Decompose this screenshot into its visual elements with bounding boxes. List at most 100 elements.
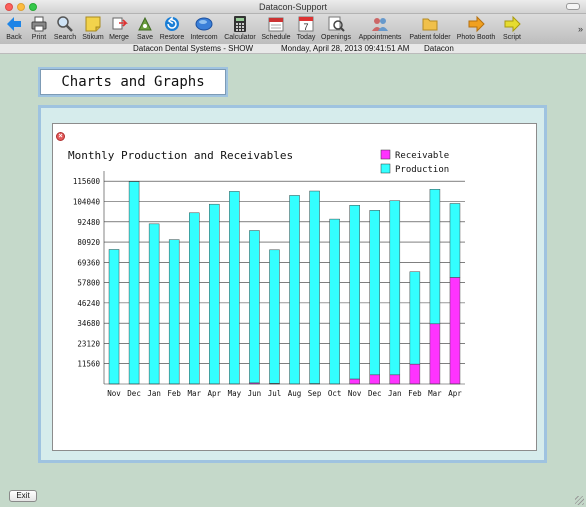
- toolbar-restore-button[interactable]: Restore: [158, 15, 186, 42]
- chart-title: Monthly Production and Receivables: [68, 149, 293, 162]
- y-tick-label: 92480: [77, 218, 100, 227]
- toolbar-photo-booth-button[interactable]: Photo Booth: [455, 15, 497, 42]
- bar-receivable: [409, 363, 421, 385]
- x-tick-label: Nov: [107, 389, 121, 398]
- bar-receivable: [429, 323, 441, 385]
- y-tick-label: 46240: [77, 299, 100, 308]
- toolbar-print-button[interactable]: Print: [27, 15, 51, 42]
- photo-booth-icon: [468, 15, 485, 33]
- x-tick-label: Jun: [248, 389, 262, 398]
- toolbar-merge-button[interactable]: Merge: [107, 15, 131, 42]
- toolbar-openings-button[interactable]: Openings: [320, 15, 352, 42]
- legend-production-swatch: [380, 163, 391, 174]
- x-tick-label: Mar: [187, 389, 201, 398]
- merge-icon: [112, 17, 128, 30]
- toolbar-toggle-button[interactable]: [566, 3, 580, 10]
- x-tick-label: May: [228, 389, 242, 398]
- bar-production: [309, 190, 320, 384]
- x-tick-label: Jan: [388, 389, 402, 398]
- y-tick-label: 69360: [77, 258, 100, 267]
- y-tick-label: 57800: [77, 279, 100, 288]
- toolbar-search-button[interactable]: Search: [53, 15, 77, 42]
- toolbar-save-button[interactable]: Save: [133, 15, 157, 42]
- toolbar: Back Print Search Stikum Merge Save Rest…: [0, 14, 586, 44]
- bar-production: [289, 195, 300, 385]
- legend-production-label: Production: [395, 165, 449, 175]
- bar-production: [429, 189, 441, 325]
- sticky-note-icon: [85, 16, 101, 32]
- bar-production: [389, 200, 401, 376]
- status-user: Datacon: [424, 44, 454, 53]
- status-bar: Datacon Dental Systems - SHOW Monday, Ap…: [0, 44, 586, 54]
- bar-receivable: [389, 374, 401, 385]
- toolbar-script-button[interactable]: Script: [499, 15, 525, 42]
- chart-card: Monthly Production and Receivables Recei…: [52, 123, 537, 451]
- chart-panel: Monthly Production and Receivables Recei…: [38, 105, 547, 463]
- x-tick-label: Aug: [288, 389, 302, 398]
- back-arrow-icon: [7, 17, 21, 31]
- window-zoom-button[interactable]: [29, 3, 37, 11]
- chart-x-axis: Nov Dec Jan Feb Mar Apr May Jun Jul Aug Sep Oct Nov D…: [107, 389, 462, 398]
- x-tick-label: Apr: [208, 389, 222, 398]
- x-tick-label: Dec: [368, 389, 382, 398]
- toolbar-calculator-button[interactable]: Calculator: [222, 15, 258, 42]
- x-tick-label: Sep: [308, 389, 322, 398]
- x-tick-label: Nov: [348, 389, 362, 398]
- y-tick-label: 80920: [77, 238, 100, 247]
- toolbar-schedule-button[interactable]: Schedule: [260, 15, 292, 42]
- status-system-name: Datacon Dental Systems - SHOW: [133, 44, 254, 53]
- bar-receivable: [369, 374, 380, 385]
- bar-production: [229, 191, 240, 385]
- y-tick-label: 104040: [73, 197, 101, 206]
- bar-production: [329, 218, 340, 385]
- window-resize-grip[interactable]: [575, 496, 584, 505]
- toolbar-back-button[interactable]: Back: [2, 15, 26, 42]
- status-datetime: Monday, April 28, 2013 09:41:51 AM: [281, 44, 410, 53]
- calendar-day-number: 7: [303, 22, 308, 32]
- bar-production: [249, 230, 260, 384]
- calendar-today-icon: 7: [298, 16, 314, 32]
- window-close-button[interactable]: [5, 3, 13, 11]
- bar-production: [409, 271, 421, 365]
- printer-icon: [31, 16, 47, 32]
- openings-icon: [328, 16, 345, 32]
- page-title: Charts and Graphs: [40, 69, 226, 95]
- bar-production: [269, 249, 280, 384]
- window-title: Datacon-Support: [258, 2, 328, 12]
- bar-production: [148, 223, 160, 385]
- window-minimize-button[interactable]: [17, 3, 25, 11]
- x-tick-label: Feb: [408, 389, 422, 398]
- y-tick-label: 34680: [77, 319, 100, 328]
- intercom-icon: [195, 17, 213, 31]
- chart-close-icon[interactable]: ×: [56, 132, 65, 141]
- bar-receivable: [349, 378, 360, 385]
- x-tick-label: Dec: [127, 389, 141, 398]
- toolbar-today-button[interactable]: 7 Today: [294, 15, 318, 42]
- page-header-box: Charts and Graphs: [38, 67, 228, 97]
- save-icon: [138, 16, 152, 31]
- bar-production: [209, 203, 220, 385]
- window-title-bar: Datacon-Support: [0, 0, 586, 14]
- schedule-icon: [268, 17, 284, 32]
- x-tick-label: Jul: [268, 389, 282, 398]
- y-tick-label: 23120: [77, 339, 100, 348]
- bar-production: [189, 212, 200, 385]
- toolbar-intercom-button[interactable]: Intercom: [188, 15, 220, 42]
- script-icon: [504, 15, 521, 33]
- y-tick-label: 115600: [73, 177, 101, 186]
- legend-receivable-label: Receivable: [395, 151, 449, 161]
- bar-production: [349, 204, 360, 380]
- toolbar-stikum-button[interactable]: Stikum: [80, 15, 106, 42]
- toolbar-overflow-button[interactable]: »: [578, 24, 583, 34]
- legend-receivable-swatch: [380, 149, 391, 160]
- calculator-icon: [234, 16, 246, 32]
- appointments-icon: [372, 18, 388, 31]
- bar-production: [128, 181, 140, 385]
- restore-icon: [165, 16, 179, 31]
- x-tick-label: Mar: [428, 389, 442, 398]
- magnifier-icon: [57, 16, 73, 32]
- toolbar-appointments-button[interactable]: Appointments: [355, 15, 405, 42]
- toolbar-patient-folder-button[interactable]: Patient folder: [407, 15, 453, 42]
- y-tick-label: 11560: [77, 360, 100, 369]
- exit-button[interactable]: Exit: [9, 490, 37, 502]
